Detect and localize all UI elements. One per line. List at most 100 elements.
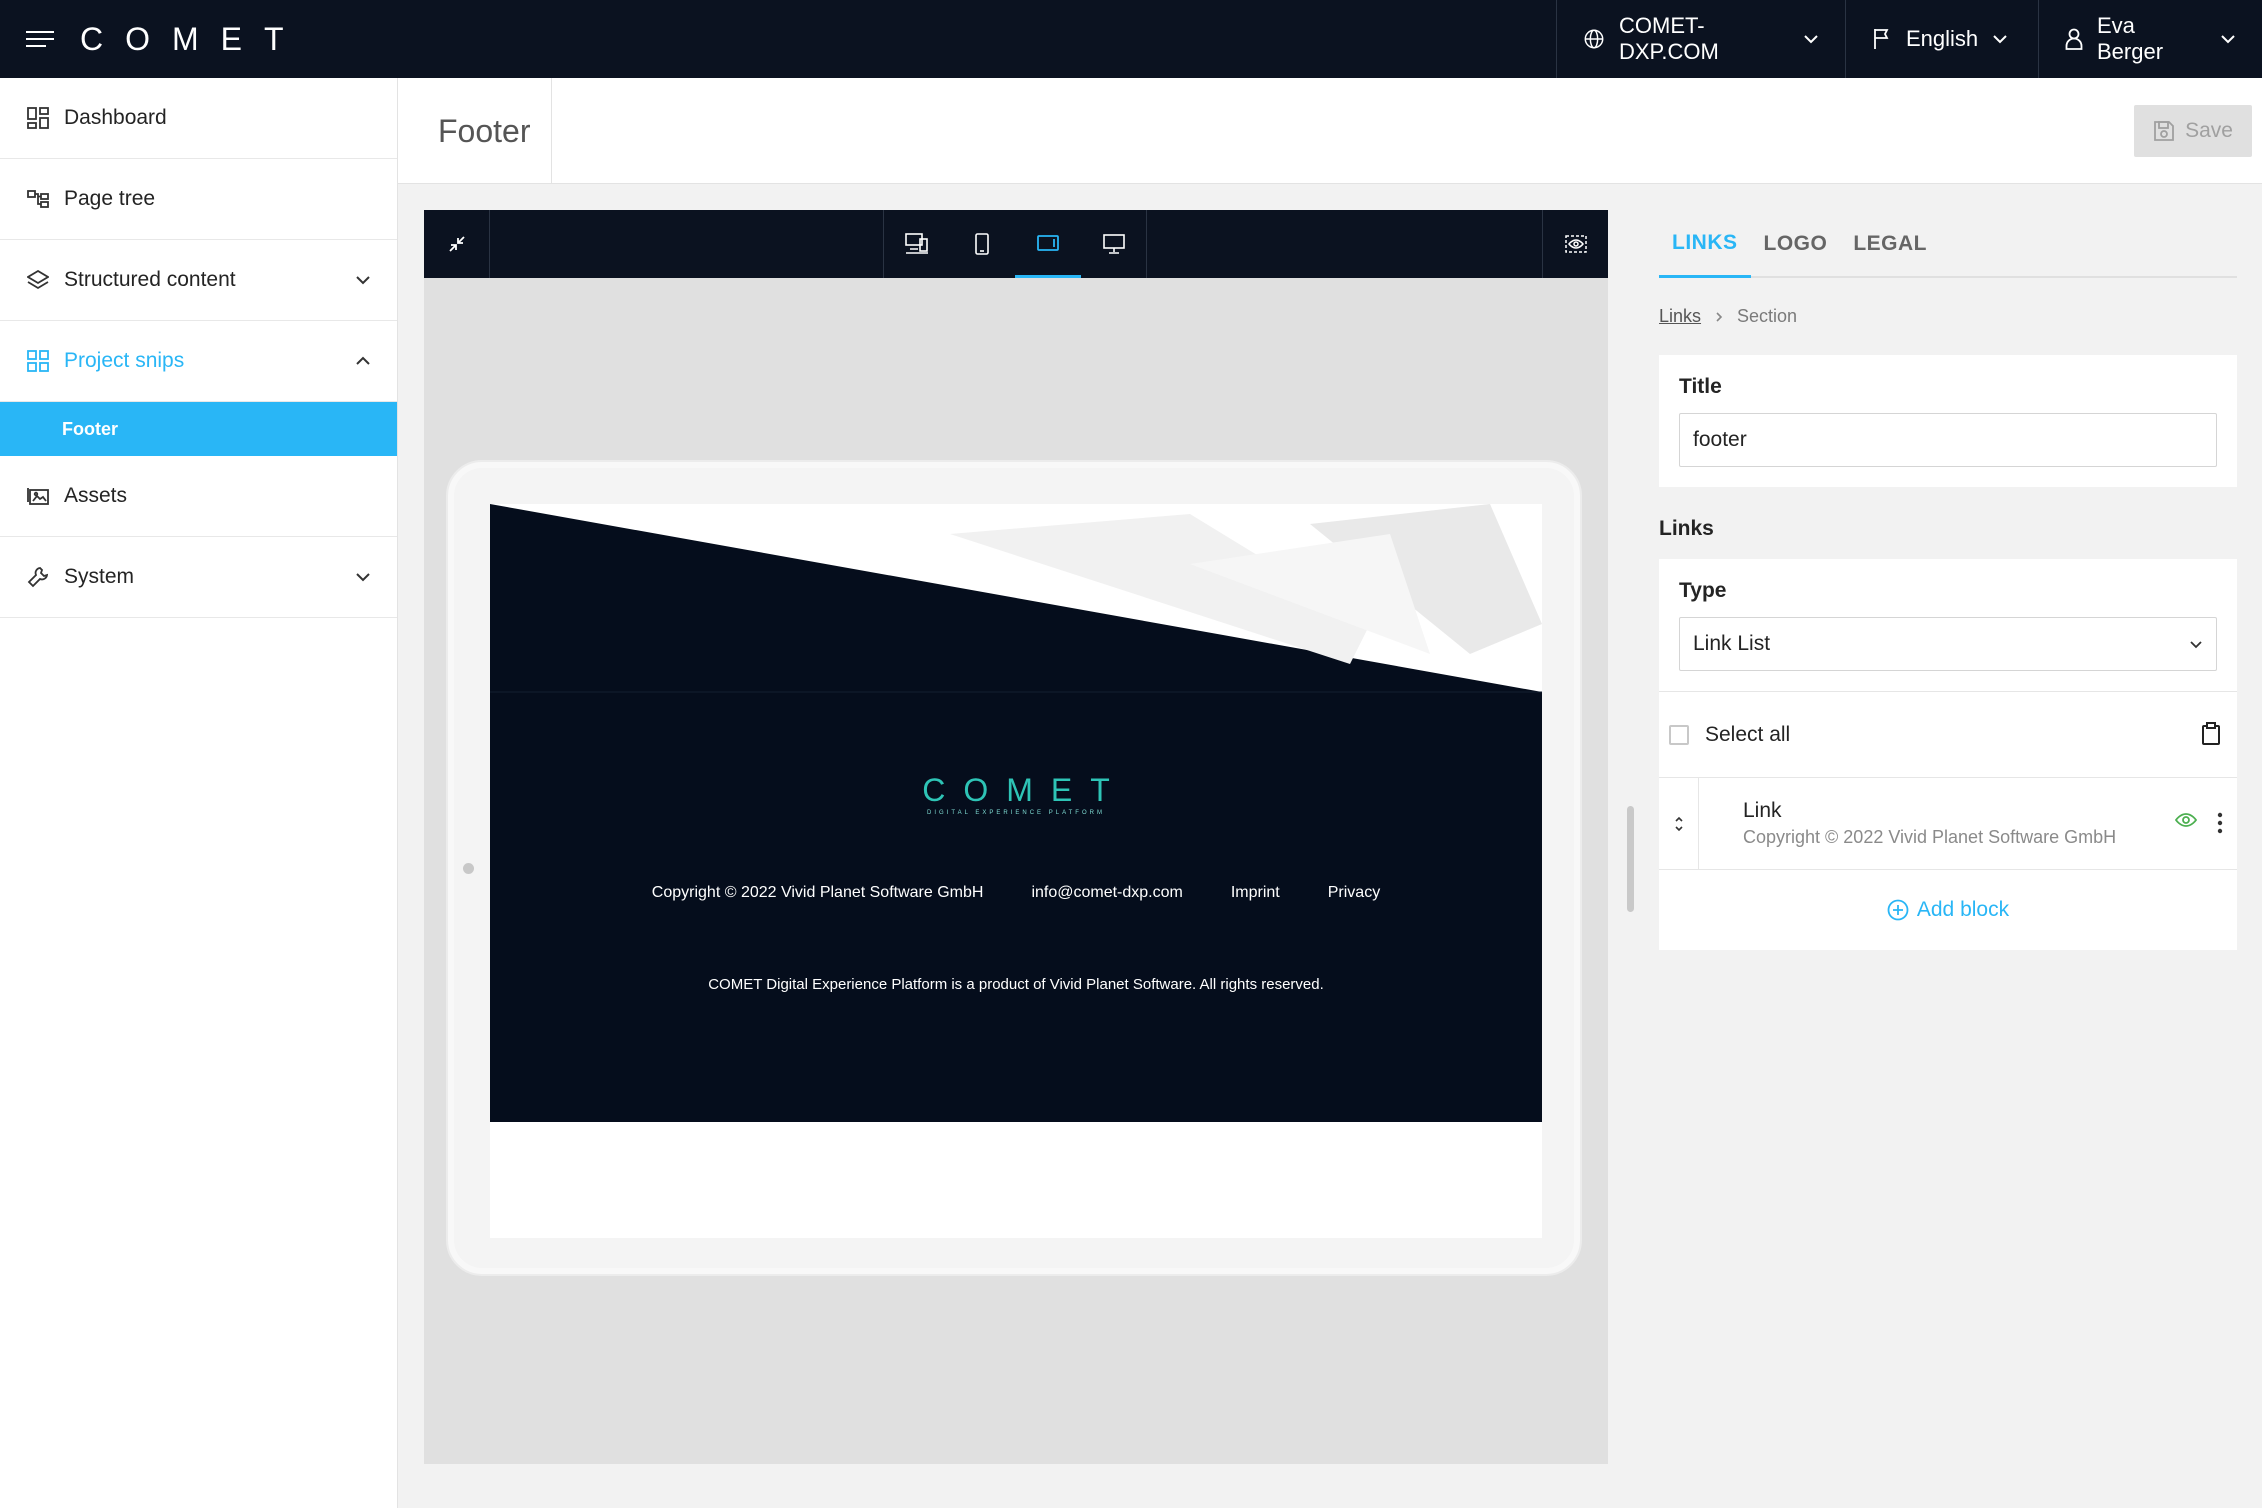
select-all-row: Select all [1659,692,2237,778]
sidebar-item-assets[interactable]: Assets [0,456,397,537]
sidebar-item-label: System [64,565,135,588]
add-block-button[interactable]: Add block [1659,870,2237,950]
footer-logo[interactable]: C O M E T [490,772,1542,809]
sidebar-item-system[interactable]: System [0,537,397,618]
wrench-icon [26,565,50,589]
logo-letter: M [1006,772,1033,808]
tablet-home-button [463,863,474,874]
device-desktop-button[interactable] [1081,210,1147,278]
domain-selector[interactable]: COMET-DXP.COM [1556,0,1845,78]
flag-icon [1874,29,1889,49]
sidebar-item-page-tree[interactable]: Page tree [0,159,397,240]
sidebar-item-footer[interactable]: Footer [0,402,397,456]
user-icon [2065,28,2083,50]
chevron-down-icon [2221,35,2235,44]
breadcrumb: Links Section [1659,306,2237,327]
eye-dashed-icon [1564,235,1587,253]
chevron-down-icon [1804,35,1818,44]
minimize-icon [448,236,465,252]
save-label: Save [2185,119,2233,142]
menu-button[interactable] [22,22,58,56]
panel-resize-handle[interactable] [1627,806,1634,912]
tab-links[interactable]: LINKS [1659,210,1751,278]
chevron-down-icon [2190,640,2202,648]
chevron-down-icon [1993,35,2007,44]
preview-toolbar [424,210,1608,278]
chevron-down-icon [356,276,370,285]
type-select-value: Link List [1693,632,1771,655]
tab-logo[interactable]: LOGO [1751,210,1841,278]
select-all-label: Select all [1705,722,1791,746]
editor-tabs: LINKS LOGO LEGAL [1659,210,2237,278]
minimize-preview-button[interactable] [424,210,490,278]
block-editor-panel: LINKS LOGO LEGAL Links Section Title Lin… [1659,210,2237,950]
logo-letter: E [1050,772,1073,808]
paste-button[interactable] [2201,722,2221,751]
footer-link-copyright[interactable]: Copyright © 2022 Vivid Planet Software G… [652,884,984,902]
sidebar-item-label: Assets [64,484,128,507]
page-title-box: Footer [398,78,552,184]
page-title: Footer [438,112,531,149]
footer-link-email[interactable]: info@comet-dxp.com [1031,884,1182,902]
brand-letter: M [172,20,199,57]
title-card: Title [1659,355,2237,487]
language-selector[interactable]: English [1845,0,2038,78]
brand-logo[interactable]: C O M E T [80,0,284,78]
snips-icon [26,349,50,373]
layers-icon [26,268,50,292]
block-title: Link [1743,799,1782,822]
sidebar-item-label: Footer [62,418,118,439]
sidebar-item-label: Page tree [64,187,156,210]
drag-handle[interactable] [1659,777,1699,870]
device-tablet-button[interactable] [1015,210,1081,278]
brand-letter: O [125,20,150,57]
block-text: Link Copyright © 2022 Vivid Planet Softw… [1743,799,2116,848]
tab-legal[interactable]: LEGAL [1840,210,1940,278]
domain-label: COMET-DXP.COM [1619,13,1719,64]
language-label: English [1906,26,1979,51]
type-select[interactable]: Link List [1679,617,2217,671]
links-section-label: Links [1659,517,1714,540]
footer-link-privacy[interactable]: Privacy [1328,884,1380,902]
tablet-icon [1037,234,1059,251]
preview-screen: C O M E T DIGITAL EXPERIENCE PLATFORM Co… [490,504,1542,1238]
site-preview: C O M E T DIGITAL EXPERIENCE PLATFORM Co… [424,210,1608,1464]
add-circle-icon [1887,899,1909,921]
block-subtitle: Copyright © 2022 Vivid Planet Software G… [1743,827,2117,847]
brand-letter: E [220,20,242,57]
drag-sort-icon [1674,816,1683,831]
device-mobile-button[interactable] [949,210,1015,278]
visibility-toggle[interactable] [2174,812,2198,833]
dashboard-icon [26,106,50,130]
hamburger-icon [26,31,54,47]
select-all-checkbox[interactable] [1669,724,1689,745]
breadcrumb-link-links[interactable]: Links [1659,306,1701,327]
page-tree-icon [26,187,50,211]
logo-letter: O [963,772,989,808]
user-menu[interactable]: Eva Berger [2038,0,2262,78]
toggle-visibility-button[interactable] [1542,210,1608,278]
more-options-button[interactable] [2217,812,2223,839]
title-input[interactable] [1679,413,2217,467]
list-item[interactable]: Link Copyright © 2022 Vivid Planet Softw… [1659,777,2237,870]
save-button[interactable]: Save [2134,105,2252,157]
sidebar-item-label: Project snips [64,349,185,372]
brand-letter: C [80,20,104,57]
sidebar-item-project-snips[interactable]: Project snips [0,321,397,402]
chevron-right-icon [1716,311,1723,322]
sidebar-item-label: Dashboard [64,106,167,129]
sidebar-item-dashboard[interactable]: Dashboard [0,78,397,159]
assets-icon [26,484,50,508]
sidebar-item-structured-content[interactable]: Structured content [0,240,397,321]
clipboard-icon [2202,722,2220,745]
breadcrumb-current: Section [1737,306,1798,326]
site-footer: C O M E T DIGITAL EXPERIENCE PLATFORM Co… [490,504,1542,1122]
save-icon [2154,121,2174,141]
sidebar-item-label: Structured content [64,268,236,291]
footer-link-imprint[interactable]: Imprint [1231,884,1280,902]
sidebar: Dashboard Page tree Structured content P… [0,78,398,1508]
device-responsive-button[interactable] [883,210,949,278]
chevron-up-icon [356,356,370,365]
title-label: Title [1679,375,1722,398]
chevron-down-icon [356,573,370,582]
